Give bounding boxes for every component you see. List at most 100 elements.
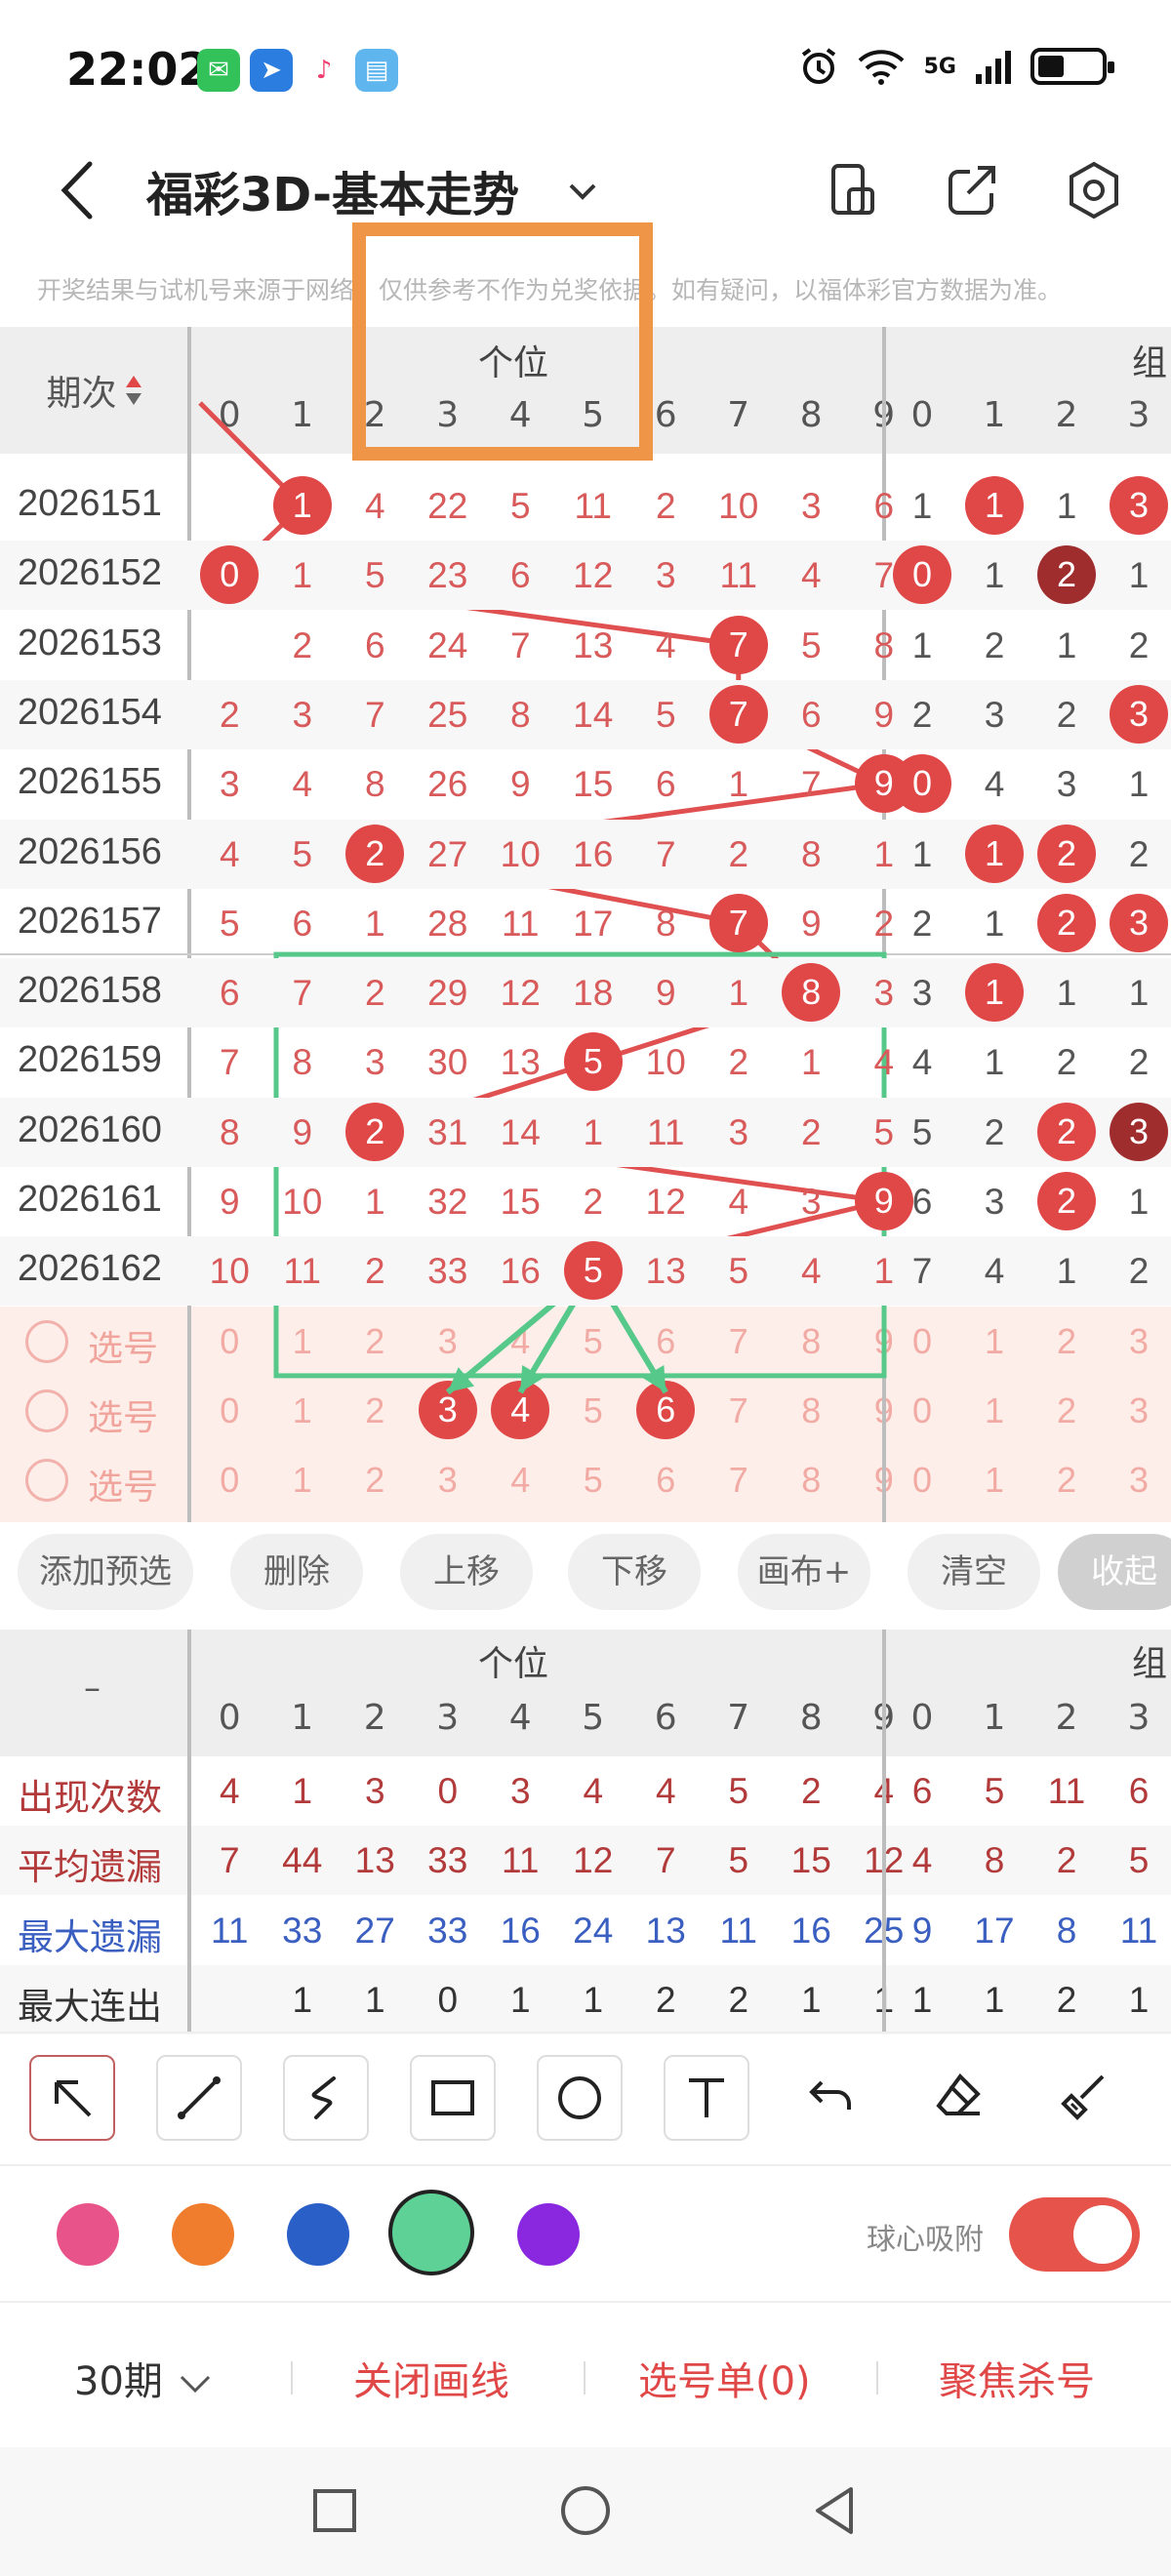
color-orange-swatch[interactable] <box>172 2203 234 2266</box>
home-icon[interactable] <box>558 2483 613 2538</box>
stats-cell: 4 <box>219 1771 240 1811</box>
stats-cell: 13 <box>645 1910 686 1951</box>
close-drawing-button[interactable]: 关闭画线 <box>353 2350 509 2406</box>
table-row[interactable]: 2026159 7 8 3 30 13 5 10 2 1 4 4 1 2 2 <box>0 1027 1171 1097</box>
color-pink-swatch[interactable] <box>57 2203 119 2266</box>
miss-count-cell: 12 <box>645 1182 686 1222</box>
undo-tool-button[interactable] <box>790 2055 876 2141</box>
miss-count-cell: 9 <box>219 1182 240 1222</box>
collapse-button[interactable]: 收起 <box>1058 1534 1171 1610</box>
zu-ball: 0 <box>893 754 951 814</box>
zu-cell: 1 <box>1056 624 1077 665</box>
zu-cell: 3 <box>911 973 933 1014</box>
miss-count-cell: 2 <box>364 973 385 1014</box>
stats-cell: 11 <box>502 1840 540 1881</box>
miss-count-cell: 1 <box>364 1182 385 1222</box>
phone-rotate-icon[interactable] <box>818 156 886 224</box>
stats-cell: 1 <box>292 1979 313 2020</box>
table-row[interactable]: 2026161 9 10 1 32 15 2 12 4 3 9 6 3 2 1 <box>0 1167 1171 1236</box>
share-icon[interactable] <box>939 156 1007 224</box>
eraser-tool-button[interactable] <box>917 2055 1003 2141</box>
stats-cell: 44 <box>282 1840 323 1881</box>
miss-count-cell: 23 <box>427 555 468 596</box>
pick-list-button[interactable]: 选号单(0) <box>638 2350 811 2406</box>
color-purple-swatch[interactable] <box>517 2203 580 2266</box>
table-row[interactable]: 2026162 10 11 2 33 16 5 13 5 4 1 7 4 1 2 <box>0 1236 1171 1307</box>
miss-count-cell: 7 <box>655 833 676 874</box>
network-label: 5G <box>923 54 956 79</box>
miss-count-cell: 2 <box>292 624 313 665</box>
recents-icon[interactable] <box>310 2486 359 2535</box>
zu-ball: 1 <box>965 963 1024 1023</box>
stats-cell: 1 <box>509 1979 531 2020</box>
stats-cell: 16 <box>500 1910 541 1951</box>
arrow-tool-button[interactable] <box>29 2055 115 2141</box>
line-tool-button[interactable] <box>156 2055 242 2141</box>
move-up-button[interactable]: 上移 <box>400 1534 533 1610</box>
undo-icon <box>809 2080 851 2110</box>
color-blue-swatch[interactable] <box>287 2203 349 2266</box>
miss-count-cell: 6 <box>509 555 531 596</box>
miss-count-cell: 18 <box>573 973 614 1014</box>
miss-count-cell: 8 <box>292 1042 313 1083</box>
table-row[interactable]: 2026152 0 1 5 23 6 12 3 11 4 7 0 1 2 1 <box>0 541 1171 611</box>
color-green-swatch[interactable] <box>388 2190 474 2275</box>
text-tool-button[interactable] <box>664 2055 749 2141</box>
circle-tool-button[interactable] <box>537 2055 623 2141</box>
add-preselect-button[interactable]: 添加预选 <box>18 1534 193 1610</box>
miss-count-cell: 2 <box>728 833 749 874</box>
issue-number: 2026152 <box>18 552 162 594</box>
table-row[interactable]: 2026160 8 9 2 31 14 1 11 3 2 5 5 2 2 3 <box>0 1097 1171 1167</box>
miss-count-cell: 7 <box>292 973 313 1014</box>
stats-row: 最大遗漏11332733162413111625917811 <box>0 1896 1171 1965</box>
back-button[interactable] <box>49 156 107 224</box>
stats-zu-cell: 1 <box>911 1979 933 2020</box>
drawn-ball: 7 <box>708 615 768 674</box>
miss-count-cell: 12 <box>500 973 541 1014</box>
focus-kill-button[interactable]: 聚焦杀号 <box>939 2350 1095 2406</box>
miss-count-cell: 2 <box>728 1042 749 1083</box>
table-row[interactable]: 2026153 2 6 24 7 13 4 7 5 8 1 2 1 2 <box>0 611 1171 680</box>
brush-tool-button[interactable] <box>1044 2055 1130 2141</box>
issue-number: 2026151 <box>18 483 162 524</box>
stats-column-header-2: 2 <box>363 1698 386 1738</box>
stats-cell: 11 <box>719 1910 757 1951</box>
freehand-tool-button[interactable] <box>283 2055 369 2141</box>
miss-count-cell: 13 <box>500 1042 541 1083</box>
miss-count-cell: 30 <box>427 1042 468 1083</box>
clear-button[interactable]: 清空 <box>908 1534 1040 1610</box>
issue-number: 2026159 <box>18 1039 162 1081</box>
table-row[interactable]: 2026157 5 6 1 28 11 17 8 7 9 2 2 1 2 3 <box>0 889 1171 958</box>
zu-cell: 1 <box>1056 1251 1077 1292</box>
stats-cell: 4 <box>655 1771 676 1811</box>
settings-icon[interactable] <box>1060 156 1128 224</box>
miss-count-cell: 3 <box>364 1042 385 1083</box>
stats-issue-divider <box>187 1630 191 2033</box>
zu-ball: 3 <box>1110 476 1168 535</box>
back-nav-icon[interactable] <box>810 2483 859 2538</box>
page-title[interactable]: 福彩3D-基本走势 <box>146 156 519 224</box>
table-row[interactable]: 2026158 6 7 2 29 12 18 9 1 8 3 3 1 1 1 <box>0 958 1171 1028</box>
table-row[interactable]: 2026155 3 4 8 26 9 15 6 1 7 9 0 4 3 1 <box>0 749 1171 819</box>
stats-zu-cell: 9 <box>911 1910 933 1951</box>
chevron-down-icon[interactable] <box>561 172 604 211</box>
move-down-button[interactable]: 下移 <box>568 1534 701 1610</box>
miss-count-cell: 6 <box>364 624 385 665</box>
miss-count-cell: 6 <box>219 973 240 1014</box>
miss-count-cell: 28 <box>427 903 468 944</box>
period-selector[interactable]: 30期 <box>74 2350 215 2406</box>
stats-cell: 15 <box>790 1840 831 1881</box>
table-row[interactable]: 2026154 2 3 7 25 8 14 5 7 6 9 2 3 2 3 <box>0 679 1171 749</box>
canvas-plus-button[interactable]: 画布+ <box>738 1534 870 1610</box>
miss-count-cell: 7 <box>800 764 822 805</box>
miss-count-cell: 11 <box>719 555 757 596</box>
zu-cell: 2 <box>984 624 1005 665</box>
delete-button[interactable]: 删除 <box>230 1534 363 1610</box>
snap-toggle[interactable] <box>1009 2197 1140 2272</box>
table-row[interactable]: 2026156 4 5 2 27 10 16 7 2 8 1 1 1 2 2 <box>0 819 1171 889</box>
stats-cell: 1 <box>583 1979 604 2020</box>
rectangle-tool-button[interactable] <box>410 2055 496 2141</box>
table-row[interactable]: 2026151 1 4 22 5 11 2 10 3 6 1 1 1 3 <box>0 471 1171 541</box>
miss-count-cell: 7 <box>364 694 385 735</box>
miss-count-cell: 1 <box>728 764 749 805</box>
